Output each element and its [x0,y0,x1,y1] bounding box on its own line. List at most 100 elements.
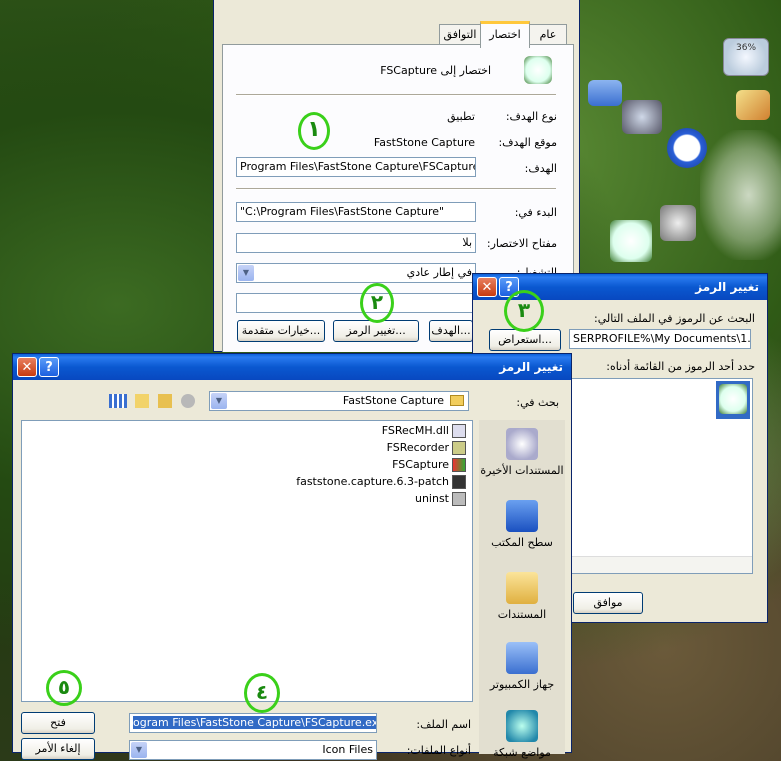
annotation-3: ٣ [504,290,544,332]
new-folder-icon[interactable] [135,394,149,408]
chevron-down-icon[interactable]: ▼ [211,393,227,409]
tab-general[interactable]: عام [529,24,567,45]
list-item[interactable]: FSRecorder [387,441,466,457]
close-icon[interactable]: ✕ [477,277,497,297]
dll-icon [452,424,466,438]
select-icon-label: حدد أحد الرموز من القائمة أدناه: [606,360,755,373]
target-field[interactable]: Program Files\FastStone Capture\FSCaptur… [236,157,476,177]
film-icon [452,441,466,455]
places-recent[interactable]: المستندات الأخيرة [480,428,564,477]
file-name: uninst [414,492,449,505]
list-item[interactable]: FSCapture [392,458,466,474]
tab-compatibility-label: التوافق [443,28,477,41]
run-select[interactable]: في إطار عادي ▼ [236,263,476,283]
start-in-field[interactable]: "C:\Program Files\FastStone Capture" [236,202,476,222]
paint-icon[interactable] [736,90,770,120]
file-type-label: أنواع الملفات: [406,744,471,757]
close-icon[interactable]: ✕ [17,357,37,377]
help-icon[interactable]: ? [39,357,59,377]
file-name: faststone.capture.6.3-patch [296,475,449,488]
cancel-button[interactable]: إلغاء الأمر [21,738,95,760]
fscapture-icon [452,458,466,472]
battery-level: 36% [736,43,757,53]
tab-compatibility[interactable]: التوافق [439,24,481,45]
selected-icon-item[interactable] [716,381,750,419]
list-item[interactable]: FSRecMH.dll [382,424,466,440]
open-button[interactable]: فتح [21,712,95,734]
computer-icon [506,642,538,674]
ok-button[interactable]: موافق [573,592,643,614]
back-icon[interactable] [181,394,195,408]
battery-gadget-icon[interactable]: 36% [723,38,769,76]
network-icon [506,710,538,742]
places-recent-label: المستندات الأخيرة [480,464,564,477]
search-icons-label: البحث عن الرموز في الملف التالي: [594,312,755,325]
list-item[interactable]: faststone.capture.6.3-patch [296,475,466,491]
open-file-title: تغيير الرمز [499,360,563,374]
annotation-2: ٢ [360,283,394,323]
places-network-label: مواضع شبكة [493,746,551,759]
view-menu-icon[interactable] [109,394,127,408]
annotation-5-label: ٥ [57,675,71,699]
target-label: الهدف: [524,162,557,175]
annotation-5: ٥ [46,670,82,706]
places-documents[interactable]: المستندات [480,572,564,621]
places-desktop[interactable]: سطح المكتب [480,500,564,549]
separator-2 [236,188,556,190]
tab-shortcut[interactable]: اختصار [480,21,530,48]
annotation-2-label: ٢ [370,290,384,314]
shortcut-handshake-icon [524,56,552,84]
list-item[interactable]: uninst [415,492,466,508]
change-icon-button[interactable]: تغيير الرمز... [333,320,419,342]
change-icon-title: تغيير الرمز [695,280,759,294]
look-in-select[interactable]: FastStone Capture ▼ [209,391,469,411]
advanced-button[interactable]: خيارات متقدمة... [237,320,325,342]
find-target-button[interactable]: الهدف... [429,320,473,342]
places-network[interactable]: مواضع شبكة [480,710,564,759]
file-name-field[interactable]: ogram Files\FastStone Capture\FSCapture.… [129,713,377,733]
tab-shortcut-label: اختصار [489,28,521,41]
uninstall-icon [452,492,466,506]
target-location-label: موقع الهدف: [498,136,557,149]
comment-field[interactable] [236,293,476,313]
separator-1 [236,94,556,96]
chevron-down-icon[interactable]: ▼ [238,265,254,281]
file-name: FSCapture [392,458,449,471]
chevron-down-icon[interactable]: ▼ [131,742,147,758]
file-name: FSRecorder [386,441,449,454]
file-type-select[interactable]: Icon Files ▼ [129,740,377,760]
places-desktop-label: سطح المكتب [491,536,553,549]
icon-file-field[interactable]: SERPROFILE%\My Documents\1.ico [569,329,751,349]
file-list[interactable]: FSRecMH.dll FSRecorder FSCapture faststo… [21,420,473,702]
file-type-value: Icon Files [322,743,373,756]
hotkey-label: مفتاح الاختصار: [486,237,557,250]
hotkey-field[interactable]: بلا [236,233,476,253]
folder-icon[interactable] [588,80,622,106]
handshake-icon [719,384,747,414]
places-computer-label: جهاز الكمبيوتر [489,678,555,691]
file-name: FSRecMH.dll [381,424,449,437]
shortcut-name: اختصار إلى FSCapture [380,64,491,77]
look-in-label: بحث في: [516,396,559,409]
camera-icon[interactable] [622,100,662,134]
annotation-1: ١ [298,112,330,150]
handshake-shortcut-icon[interactable] [610,220,652,262]
tab-general-label: عام [539,28,557,41]
up-folder-icon[interactable] [158,394,172,408]
annotation-4-label: ٤ [255,680,269,704]
start-in-label: البدء في: [514,206,557,219]
browse-button[interactable]: استعراض... [489,329,561,351]
places-documents-label: المستندات [497,608,547,621]
recent-documents-icon [506,428,538,460]
annotation-3-label: ٣ [517,298,531,322]
handshake-logo-large [700,130,781,260]
file-name-label: اسم الملف: [416,718,471,731]
places-computer[interactable]: جهاز الكمبيوتر [480,642,564,691]
patch-icon [452,475,466,489]
target-type-label: نوع الهدف: [505,110,557,123]
documents-folder-icon [506,572,538,604]
target-location-value: FastStone Capture [373,136,475,149]
film-icon[interactable] [660,205,696,241]
annotation-4: ٤ [244,673,280,713]
run-select-value: في إطار عادي [406,266,472,279]
